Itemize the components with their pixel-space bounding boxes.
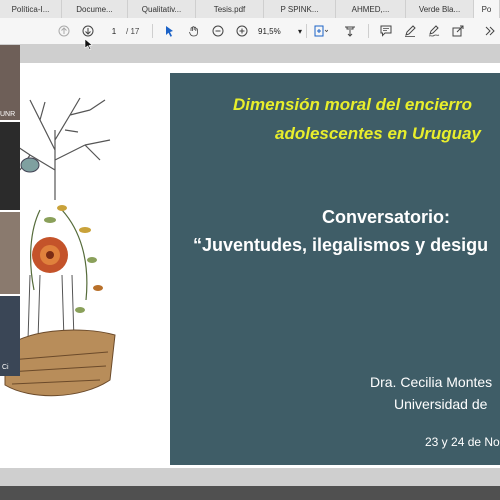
share-icon[interactable] (450, 22, 466, 40)
participant-video[interactable] (0, 212, 20, 294)
comment-icon[interactable] (378, 22, 394, 40)
more-icon[interactable] (482, 22, 498, 40)
tab-spink[interactable]: P SPINK... (264, 0, 336, 18)
page-number-input[interactable]: 1 (104, 24, 124, 38)
scroll-mode-icon[interactable] (342, 22, 358, 40)
select-cursor-icon[interactable] (162, 22, 178, 40)
tab-verde[interactable]: Verde Bla... (406, 0, 474, 18)
toolbar-divider (306, 24, 307, 38)
page-up-icon[interactable] (56, 22, 72, 40)
tab-documento[interactable]: Docume... (62, 0, 128, 18)
tab-qualitativ[interactable]: Qualitativ... (128, 0, 196, 18)
tab-politica[interactable]: Política-I... (0, 0, 62, 18)
toolbar-divider (152, 24, 153, 38)
mouse-cursor-icon (84, 38, 93, 50)
browser-tab-bar: Política-I... Docume... Qualitativ... Te… (0, 0, 500, 19)
participant-video[interactable] (0, 122, 20, 210)
author-name: Dra. Cecilia Montes (370, 374, 493, 390)
event-label: Conversatorio: (322, 207, 451, 227)
pdf-toolbar: 1 / 17 91,5% ▾ (0, 18, 500, 45)
hand-tool-icon[interactable] (186, 22, 202, 40)
participant-video[interactable]: Ci (0, 296, 20, 376)
document-gutter (0, 45, 500, 63)
tab-ahmed[interactable]: AHMED,... (336, 0, 406, 18)
slide-title-line2: adolescentes en Uruguay (275, 124, 481, 143)
participant-video[interactable]: UNR (0, 45, 20, 120)
author-institution: Universidad de (394, 396, 488, 412)
event-date: 23 y 24 de No (425, 435, 500, 449)
sign-icon[interactable] (426, 22, 442, 40)
bottom-bar (0, 486, 500, 500)
zoom-in-icon[interactable] (234, 22, 250, 40)
page-fit-icon[interactable] (312, 22, 330, 40)
page-count: / 17 (126, 26, 140, 36)
zoom-select[interactable]: 91,5% ▾ (258, 24, 302, 38)
pen-icon[interactable] (402, 22, 418, 40)
zoom-out-icon[interactable] (210, 22, 226, 40)
event-title: “Juventudes, ilegalismos y desigu (193, 235, 489, 255)
toolbar-divider (368, 24, 369, 38)
chevron-down-icon: ▾ (297, 26, 302, 36)
tab-tesis[interactable]: Tesis.pdf (196, 0, 264, 18)
slide-title-line1: Dimensión moral del encierro (233, 95, 473, 114)
tab-active[interactable]: Po (474, 0, 500, 18)
